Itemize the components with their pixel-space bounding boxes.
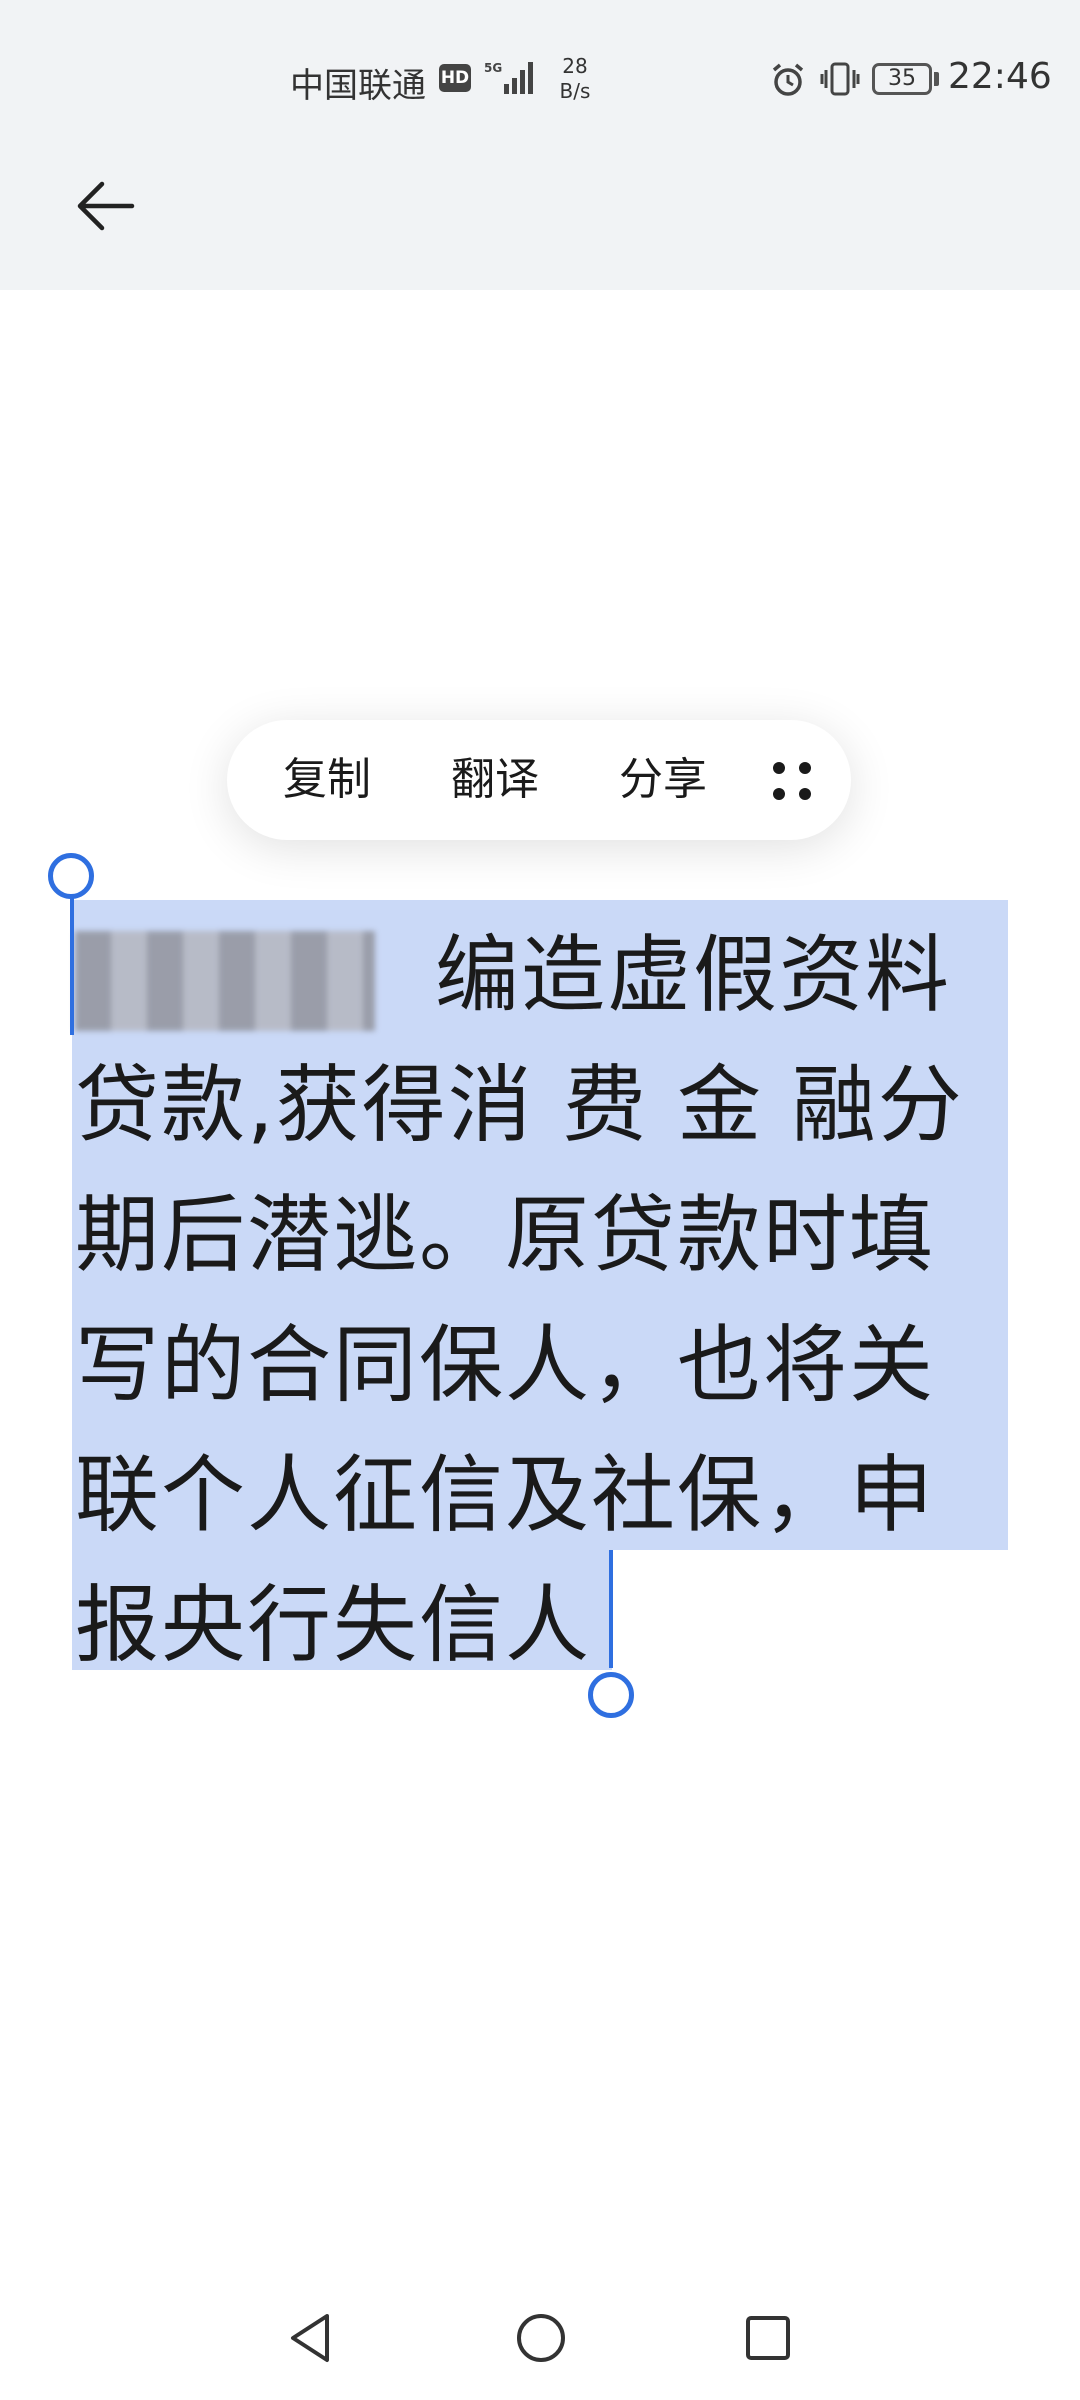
battery-cap [934,72,939,86]
arrow-left-icon [77,181,135,231]
text-line: 联个人征信及社保，申 [75,1446,936,1544]
text-line-content: 编造虚假资料 [435,926,952,1024]
selection-start-handle-stem [70,895,74,1035]
translate-button[interactable]: 翻译 [451,752,539,808]
text-line: 期后潜逃。原贷款时填 [75,1186,936,1284]
text-line: 报央行失信人 [75,1576,592,1674]
text-line: 编造虚假资料 [75,910,1015,1040]
nav-recents-icon[interactable] [744,2314,792,2362]
share-button[interactable]: 分享 [619,752,707,808]
more-dots-icon[interactable] [767,756,817,806]
selection-end-handle[interactable] [588,1672,634,1718]
speed-value: 28 [562,54,588,78]
back-button[interactable] [70,170,142,242]
vibrate-icon [820,62,860,96]
text-line: 写的合同保人，也将关 [75,1316,936,1414]
nav-back-icon[interactable] [283,2310,339,2366]
selection-end-handle-stem [609,1550,613,1668]
copy-button[interactable]: 复制 [283,752,371,808]
hd-badge: HD [439,64,471,92]
clock: 22:46 [948,56,1052,97]
network-type: 5G [484,61,502,75]
speed-unit: B/s [559,79,591,103]
top-area: 中国联通 HD 5G 28 B/s 35 22:46 [0,0,1080,290]
selection-start-handle[interactable] [48,853,94,899]
text-context-menu: 复制 翻译 分享 [227,720,851,840]
nav-home-icon[interactable] [515,2312,567,2364]
signal-icon: 5G [484,61,533,94]
text-line: 贷款,获得消 费 金 融分 [75,1056,964,1154]
alarm-icon [772,63,804,96]
redacted-name [75,931,375,1032]
battery-level: 35 [888,66,916,91]
status-bar: 中国联通 HD 5G 28 B/s 35 22:46 [0,0,1080,160]
carrier-name: 中国联通 [290,66,426,106]
network-speed: 28 B/s [553,54,597,104]
selected-text[interactable]: 编造虚假资料 贷款,获得消 费 金 融分 期后潜逃。原贷款时填 写的合同保人，也… [75,910,1015,1690]
battery-icon: 35 [872,63,932,95]
